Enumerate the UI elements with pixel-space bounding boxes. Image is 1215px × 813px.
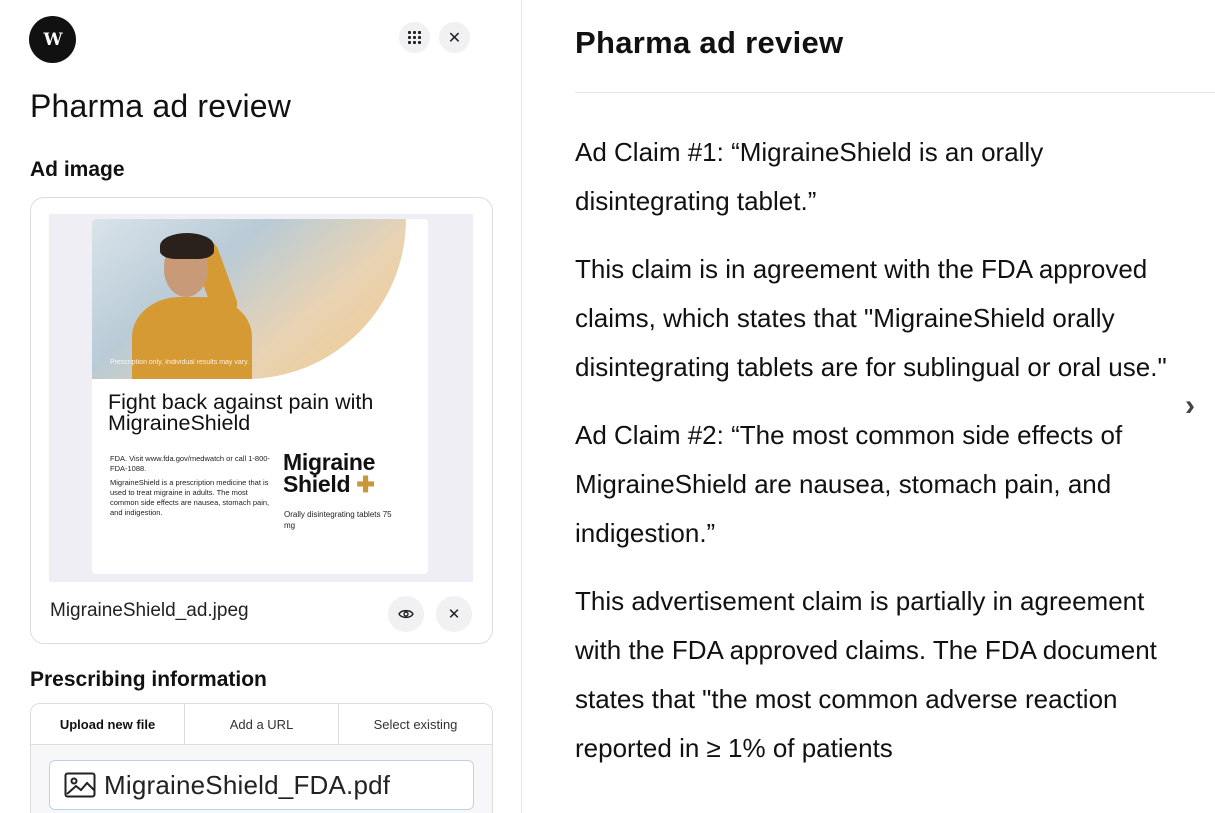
ad-image-card: Prescription only. Individual results ma… bbox=[30, 197, 493, 644]
ad-file-name: MigraineShield_ad.jpeg bbox=[50, 600, 249, 621]
tab-add-url[interactable]: Add a URL bbox=[185, 704, 339, 744]
divider bbox=[575, 92, 1215, 93]
pdf-file-name: MigraineShield_FDA.pdf bbox=[104, 769, 391, 800]
review-paragraph: Ad Claim #2: “The most common side effec… bbox=[575, 420, 1123, 548]
review-title: Pharma ad review bbox=[575, 25, 844, 60]
review-paragraph: This advertisement claim is partially in… bbox=[575, 586, 1157, 763]
tab-upload-new-file[interactable]: Upload new file bbox=[31, 704, 185, 744]
ad-image-preview[interactable]: Prescription only. Individual results ma… bbox=[49, 214, 473, 582]
grid-icon bbox=[408, 31, 421, 44]
ad-brand-logo: Migraine Shield ✚ bbox=[283, 451, 375, 496]
person-hair bbox=[160, 233, 214, 259]
plus-icon: ✚ bbox=[356, 472, 375, 497]
apps-grid-button[interactable] bbox=[399, 22, 430, 53]
prescribing-info-tabs: Upload new file Add a URL Select existin… bbox=[30, 703, 493, 813]
brand-line-2: Shield ✚ bbox=[283, 473, 375, 496]
brand-line-1: Migraine bbox=[283, 449, 376, 475]
ad-fda-note: FDA. Visit www.fda.gov/medwatch or call … bbox=[110, 454, 270, 473]
eye-icon bbox=[398, 609, 414, 619]
review-paragraph: Ad Claim #1: “MigraineShield is an orall… bbox=[575, 137, 1044, 216]
preview-button[interactable] bbox=[388, 596, 424, 632]
right-panel: Pharma ad review Ad Claim #1: “MigraineS… bbox=[522, 0, 1215, 813]
tab-select-existing[interactable]: Select existing bbox=[339, 704, 492, 744]
ad-image-label: Ad image bbox=[30, 158, 125, 181]
review-paragraph: This claim is in agreement with the FDA … bbox=[575, 254, 1167, 382]
review-content: Ad Claim #1: “MigraineShield is an orall… bbox=[575, 128, 1195, 792]
logo: W bbox=[29, 16, 76, 63]
ad-disclaimer: Prescription only. Individual results ma… bbox=[110, 359, 250, 366]
ad-headline: Fight back against pain with MigraineShi… bbox=[108, 390, 374, 435]
brand-name-part: Shield bbox=[283, 471, 351, 497]
page-title: Pharma ad review bbox=[30, 88, 292, 124]
remove-file-button[interactable]: ✕ bbox=[436, 596, 472, 632]
ad-description: MigraineShield is a prescription medicin… bbox=[110, 478, 270, 517]
ad-product-desc: Orally disintegrating tablets 75 mg bbox=[284, 510, 392, 530]
close-panel-button[interactable]: ✕ bbox=[439, 22, 470, 53]
uploaded-file-field[interactable]: MigraineShield_FDA.pdf bbox=[49, 760, 474, 810]
tab-row: Upload new file Add a URL Select existin… bbox=[31, 704, 492, 745]
ad-creative: Prescription only. Individual results ma… bbox=[92, 219, 428, 574]
chevron-right-icon[interactable]: › bbox=[1185, 389, 1195, 423]
left-panel: W ✕ Pharma ad review Ad image Prescripti… bbox=[0, 0, 522, 813]
image-icon bbox=[64, 772, 96, 798]
close-icon: ✕ bbox=[447, 29, 462, 47]
ad-photo: Prescription only. Individual results ma… bbox=[92, 219, 406, 379]
ad-body-text: FDA. Visit www.fda.gov/medwatch or call … bbox=[110, 454, 270, 522]
tab-body: MigraineShield_FDA.pdf bbox=[31, 745, 492, 813]
prescribing-info-label: Prescribing information bbox=[30, 668, 267, 691]
close-icon: ✕ bbox=[447, 606, 461, 623]
